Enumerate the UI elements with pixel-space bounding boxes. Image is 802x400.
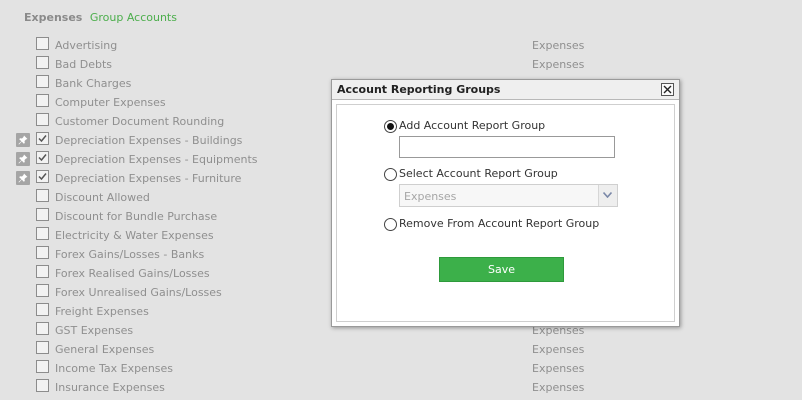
account-name[interactable]: Advertising [55,39,117,52]
account-name[interactable]: Discount for Bundle Purchase [55,210,217,223]
dialog-title: Account Reporting Groups [337,83,501,96]
account-checkbox[interactable] [36,284,49,297]
account-group: Expenses [532,39,585,52]
account-row[interactable]: General Expenses Expenses [0,340,802,359]
account-group: Expenses [532,362,585,375]
account-checkbox[interactable] [36,265,49,278]
radio-remove-group-label[interactable]: Remove From Account Report Group [399,217,599,230]
account-checkbox[interactable] [36,379,49,392]
radio-select-group[interactable] [384,168,397,181]
pin-icon[interactable] [16,171,30,185]
radio-select-group-label[interactable]: Select Account Report Group [399,167,558,180]
account-group: Expenses [532,381,585,394]
chevron-down-icon[interactable] [598,185,617,206]
account-name[interactable]: Electricity & Water Expenses [55,229,214,242]
account-name[interactable]: GST Expenses [55,324,133,337]
account-name[interactable]: Bank Charges [55,77,131,90]
account-checkbox[interactable] [36,56,49,69]
account-name[interactable]: Customer Document Rounding [55,115,224,128]
account-name[interactable]: Forex Realised Gains/Losses [55,267,210,280]
pin-icon[interactable] [16,152,30,166]
add-group-input[interactable] [399,136,615,158]
account-checkbox[interactable] [36,189,49,202]
dialog-header: Account Reporting Groups [332,80,679,100]
account-name[interactable]: Depreciation Expenses - Equipments [55,153,258,166]
account-name[interactable]: Income Tax Expenses [55,362,173,375]
checkmark-icon [38,154,47,162]
account-checkbox[interactable] [36,75,49,88]
breadcrumb-expenses[interactable]: Expenses [24,11,82,24]
account-checkbox[interactable] [36,303,49,316]
account-name[interactable]: Discount Allowed [55,191,150,204]
account-name[interactable]: Freight Expenses [55,305,149,318]
checkmark-icon [38,135,47,143]
account-reporting-groups-dialog: Account Reporting Groups Add Account Rep… [331,79,680,327]
account-checkbox[interactable] [36,322,49,335]
account-checkbox[interactable] [36,227,49,240]
account-checkbox[interactable] [36,170,49,183]
dialog-body: Add Account Report Group Select Account … [336,104,675,322]
account-row[interactable]: Advertising Expenses [0,36,802,55]
account-checkbox[interactable] [36,246,49,259]
account-checkbox[interactable] [36,37,49,50]
account-name[interactable]: Insurance Expenses [55,381,165,394]
radio-add-group[interactable] [384,120,397,133]
pin-icon[interactable] [16,133,30,147]
account-checkbox[interactable] [36,360,49,373]
account-checkbox[interactable] [36,132,49,145]
account-name[interactable]: Forex Gains/Losses - Banks [55,248,204,261]
account-checkbox[interactable] [36,113,49,126]
account-name[interactable]: General Expenses [55,343,154,356]
select-group-value: Expenses [404,190,457,203]
close-icon[interactable] [661,83,674,96]
account-row[interactable]: Income Tax Expenses Expenses [0,359,802,378]
breadcrumb: Expenses Group Accounts [24,11,177,24]
account-checkbox[interactable] [36,341,49,354]
breadcrumb-group-accounts[interactable]: Group Accounts [90,11,177,24]
account-name[interactable]: Depreciation Expenses - Furniture [55,172,241,185]
account-name[interactable]: Computer Expenses [55,96,166,109]
select-group-dropdown[interactable]: Expenses [399,184,618,207]
account-checkbox[interactable] [36,94,49,107]
account-group: Expenses [532,58,585,71]
account-name[interactable]: Depreciation Expenses - Buildings [55,134,242,147]
radio-remove-group[interactable] [384,218,397,231]
account-name[interactable]: Forex Unrealised Gains/Losses [55,286,222,299]
account-name[interactable]: Bad Debts [55,58,112,71]
account-row[interactable]: Bad Debts Expenses [0,55,802,74]
account-checkbox[interactable] [36,208,49,221]
account-group: Expenses [532,343,585,356]
account-checkbox[interactable] [36,151,49,164]
radio-add-group-label[interactable]: Add Account Report Group [399,119,545,132]
checkmark-icon [38,173,47,181]
account-row[interactable]: Insurance Expenses Expenses [0,378,802,397]
save-button[interactable]: Save [439,257,564,282]
